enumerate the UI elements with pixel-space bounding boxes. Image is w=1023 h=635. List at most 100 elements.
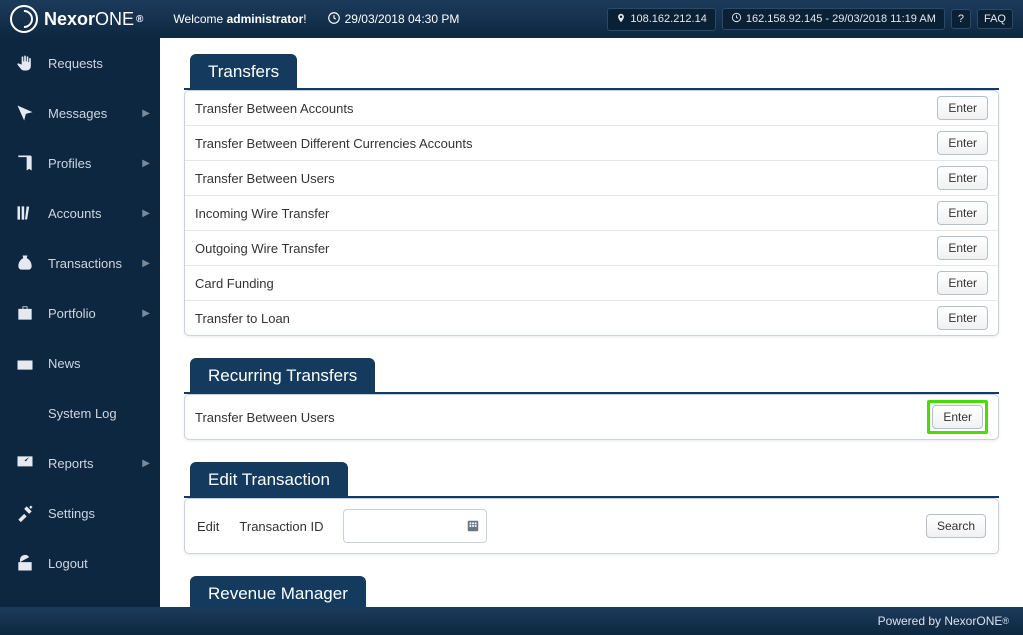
- datetime: 29/03/2018 04:30 PM: [345, 12, 460, 26]
- welcome-post: !: [303, 12, 306, 26]
- transfer-row: Incoming Wire Transfer Enter: [185, 196, 998, 231]
- edit-transaction-panel: Edit Transaction Edit Transaction ID Sea…: [184, 462, 999, 554]
- chevron-right-icon: ▶: [142, 308, 150, 319]
- brand-reg: ®: [136, 14, 143, 25]
- transfer-row: Outgoing Wire Transfer Enter: [185, 231, 998, 266]
- row-label: Transfer Between Accounts: [195, 101, 937, 116]
- clock-icon-small: [731, 12, 742, 26]
- sidebar-item-profiles[interactable]: Profiles ▶: [0, 138, 160, 188]
- enter-button[interactable]: Enter: [937, 306, 988, 330]
- sidebar-item-logout[interactable]: Logout: [0, 538, 160, 588]
- sidebar-item-portfolio[interactable]: Portfolio ▶: [0, 288, 160, 338]
- nav-label: Messages: [48, 106, 107, 121]
- row-label: Transfer Between Different Currencies Ac…: [195, 136, 937, 151]
- ip-current: 108.162.212.14: [630, 13, 706, 25]
- chevron-right-icon: ▶: [142, 208, 150, 219]
- nav-label: Profiles: [48, 156, 91, 171]
- sidebar-item-accounts[interactable]: Accounts ▶: [0, 188, 160, 238]
- faq-button[interactable]: FAQ: [977, 9, 1013, 29]
- revenue-panel: Revenue Manager Deduct from Revenue Acco…: [184, 576, 999, 607]
- nav-label: Transactions: [48, 256, 122, 271]
- nav-label: News: [48, 356, 81, 371]
- enter-button[interactable]: Enter: [937, 166, 988, 190]
- revenue-tab: Revenue Manager: [190, 576, 366, 607]
- chevron-right-icon: ▶: [142, 458, 150, 469]
- sidebar-item-messages[interactable]: Messages ▶: [0, 88, 160, 138]
- marker-icon: [616, 12, 626, 27]
- enter-button[interactable]: Enter: [937, 236, 988, 260]
- logo[interactable]: NexorONE®: [10, 5, 143, 33]
- help-button[interactable]: ?: [951, 9, 971, 29]
- edit-row: Edit Transaction ID Search: [185, 499, 998, 553]
- sidebar-item-systemlog[interactable]: System Log: [0, 388, 160, 438]
- edit-tab: Edit Transaction: [190, 462, 348, 496]
- tools-icon: [14, 502, 36, 524]
- row-label: Transfer Between Users: [195, 171, 937, 186]
- search-button[interactable]: Search: [926, 514, 986, 538]
- sidebar-item-transactions[interactable]: Transactions ▶: [0, 238, 160, 288]
- footer: Powered by NexorONE®: [0, 607, 1023, 635]
- money-bag-icon: [14, 252, 36, 274]
- enter-button[interactable]: Enter: [937, 131, 988, 155]
- chevron-right-icon: ▶: [142, 108, 150, 119]
- enter-button[interactable]: Enter: [932, 405, 983, 429]
- nav-label: Settings: [48, 506, 95, 521]
- cursor-icon: [14, 102, 36, 124]
- transaction-id-label: Transaction ID: [239, 519, 323, 534]
- presentation-icon: [14, 452, 36, 474]
- topbar-right: 108.162.212.14 162.158.92.145 - 29/03/20…: [607, 8, 1013, 31]
- ip-pill-current[interactable]: 108.162.212.14: [607, 8, 715, 31]
- ip-pill-last[interactable]: 162.158.92.145 - 29/03/2018 11:19 AM: [722, 8, 945, 30]
- books-icon: [14, 202, 36, 224]
- top-bar: NexorONE® Welcome administrator! 29/03/2…: [0, 0, 1023, 38]
- main-content: Transfers Transfer Between Accounts Ente…: [160, 38, 1023, 607]
- nav-label: Requests: [48, 56, 103, 71]
- row-label: Transfer to Loan: [195, 311, 937, 326]
- transfer-row: Transfer Between Different Currencies Ac…: [185, 126, 998, 161]
- keypad-icon[interactable]: [466, 519, 480, 533]
- recurring-tab: Recurring Transfers: [190, 358, 375, 392]
- nav-label: Portfolio: [48, 306, 96, 321]
- footer-text: Powered by NexorONE: [878, 614, 1003, 628]
- transfer-row: Transfer to Loan Enter: [185, 301, 998, 335]
- sidebar-item-news[interactable]: News: [0, 338, 160, 388]
- row-label: Incoming Wire Transfer: [195, 206, 937, 221]
- sliders-icon: [14, 402, 36, 424]
- radio-icon: [14, 352, 36, 374]
- row-label: Outgoing Wire Transfer: [195, 241, 937, 256]
- edit-label: Edit: [197, 519, 219, 534]
- sidebar-item-reports[interactable]: Reports ▶: [0, 438, 160, 488]
- row-label: Card Funding: [195, 276, 937, 291]
- transfer-row: Transfer Between Accounts Enter: [185, 91, 998, 126]
- footer-reg: ®: [1002, 616, 1009, 626]
- welcome-pre: Welcome: [173, 12, 226, 26]
- sidebar-item-requests[interactable]: Requests: [0, 38, 160, 88]
- chevron-right-icon: ▶: [142, 158, 150, 169]
- transfers-panel: Transfers Transfer Between Accounts Ente…: [184, 54, 999, 336]
- book-icon: [14, 152, 36, 174]
- nav-label: System Log: [48, 406, 117, 421]
- transfer-row: Card Funding Enter: [185, 266, 998, 301]
- enter-button[interactable]: Enter: [937, 201, 988, 225]
- sidebar-item-settings[interactable]: Settings: [0, 488, 160, 538]
- welcome-text: Welcome administrator!: [173, 12, 306, 26]
- brand-text-a: Nexor: [44, 9, 95, 30]
- highlighted-enter: Enter: [927, 400, 988, 434]
- transfer-row: Transfer Between Users Enter: [185, 161, 998, 196]
- enter-button[interactable]: Enter: [937, 271, 988, 295]
- ip-last: 162.158.92.145 - 29/03/2018 11:19 AM: [746, 13, 936, 25]
- recurring-row: Transfer Between Users Enter: [185, 395, 998, 439]
- recurring-panel: Recurring Transfers Transfer Between Use…: [184, 358, 999, 440]
- transaction-id-input[interactable]: [343, 509, 487, 543]
- transfers-tab: Transfers: [190, 54, 297, 88]
- nav-label: Accounts: [48, 206, 101, 221]
- logo-icon: [10, 5, 38, 33]
- briefcase-icon: [14, 302, 36, 324]
- clock-icon: [327, 11, 341, 28]
- sidebar: Requests Messages ▶ Profiles ▶ Accounts …: [0, 38, 160, 607]
- hand-icon: [14, 52, 36, 74]
- lock-open-icon: [14, 552, 36, 574]
- enter-button[interactable]: Enter: [937, 96, 988, 120]
- nav-label: Logout: [48, 556, 88, 571]
- welcome-user: administrator: [227, 12, 304, 26]
